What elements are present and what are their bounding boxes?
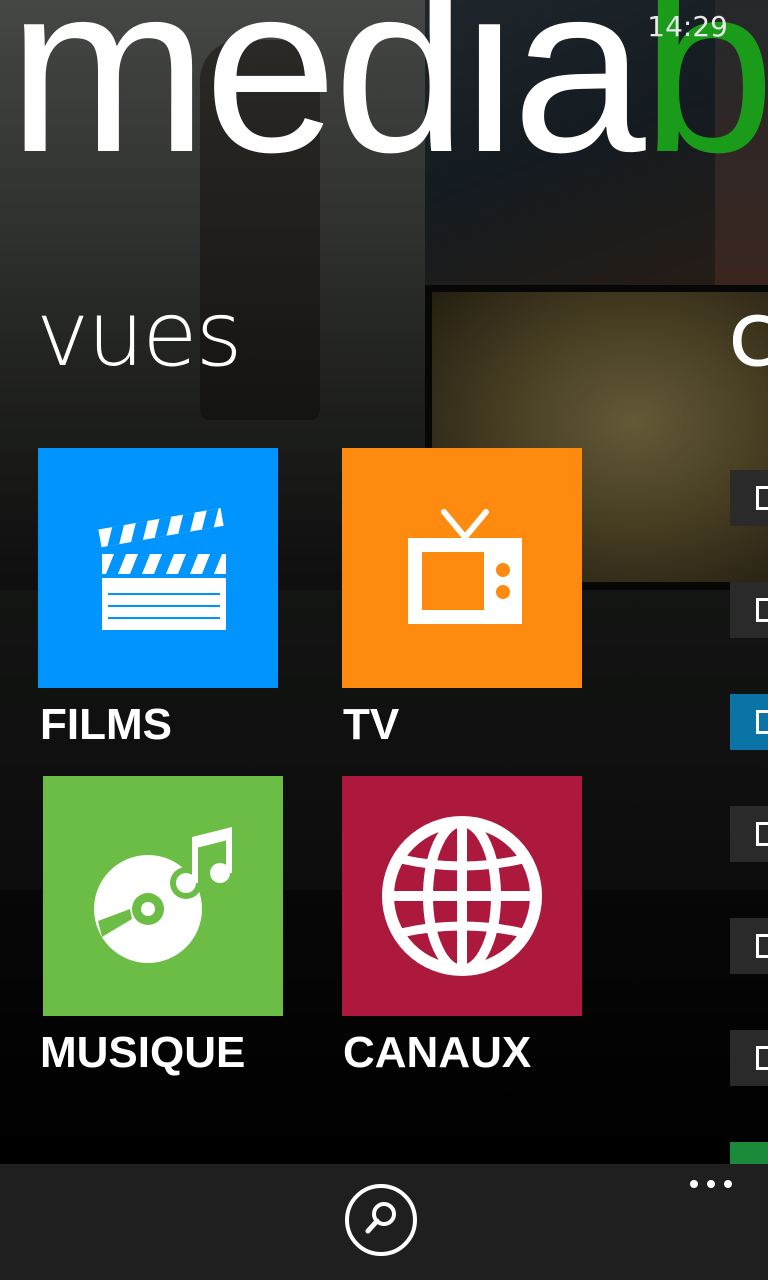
dot [690,1180,698,1188]
tv-icon [392,498,532,638]
status-time: 14:29 [647,10,728,43]
peek-item[interactable] [730,918,768,974]
tile-films[interactable] [38,448,278,688]
dot [707,1180,715,1188]
globe-icon [377,811,547,981]
peek-item[interactable] [730,694,768,750]
more-dots-icon[interactable] [690,1180,732,1188]
clapperboard-icon [88,498,228,638]
search-button[interactable] [345,1184,417,1256]
peek-item[interactable] [730,1030,768,1086]
peek-item[interactable] [730,806,768,862]
tile-label-musique[interactable]: MUSIQUE [40,1028,245,1078]
peek-item[interactable] [730,582,768,638]
dot [724,1180,732,1188]
tile-label-canaux[interactable]: CANAUX [343,1028,531,1078]
tile-label-films[interactable]: FILMS [40,700,172,750]
app-bar [0,1164,768,1280]
screen: mediab 14:29 vues c FILMS TV MUSIQUE CAN… [0,0,768,1280]
section-title: vues [36,282,243,387]
tile-canaux[interactable] [342,776,582,1016]
music-disc-icon [88,821,238,971]
next-section-peek[interactable]: c [728,290,768,380]
peek-item[interactable] [730,1142,768,1164]
tile-tv[interactable] [342,448,582,688]
peek-item[interactable] [730,470,768,526]
search-icon [361,1198,401,1242]
app-title-main: media [8,0,646,202]
tile-label-tv[interactable]: TV [343,700,399,750]
tile-musique[interactable] [43,776,283,1016]
